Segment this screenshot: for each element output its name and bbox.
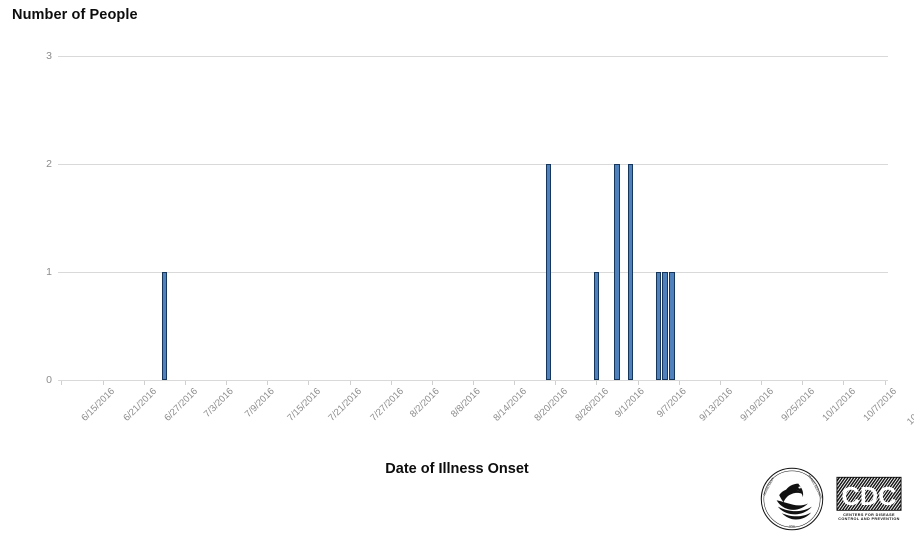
x-tick: [761, 381, 763, 385]
y-axis-tick-labels: 0 1 2 3: [20, 51, 52, 386]
cdc-logo: CDC CENTERS FOR DISEASE CONTROL AND PREV…: [836, 476, 902, 521]
y-tick-label: 0: [46, 374, 52, 386]
x-tick: [802, 381, 804, 385]
x-tick-label: 9/13/2016: [697, 386, 735, 424]
x-tick: [843, 381, 845, 385]
y-tick-label: 3: [46, 50, 52, 62]
x-tick-label: 9/25/2016: [779, 386, 818, 424]
y-tick-label: 2: [46, 158, 52, 170]
x-tick: [308, 381, 310, 385]
x-tick: [143, 381, 145, 385]
x-tick: [719, 381, 721, 385]
x-tick-label: 10/1/2016: [820, 386, 859, 424]
x-tick: [637, 381, 639, 385]
x-tick-label: 7/9/2016: [242, 386, 277, 420]
x-tick-label: 6/27/2016: [162, 386, 200, 424]
x-tick-label: 10/13/2016: [904, 386, 914, 428]
x-tick-label: 9/1/2016: [613, 386, 648, 420]
bar: [662, 272, 668, 380]
plot-area: [58, 56, 888, 381]
x-tick: [514, 381, 516, 385]
bar: [161, 272, 167, 380]
svg-text:USA: USA: [789, 524, 795, 528]
x-tick: [267, 381, 269, 385]
x-tick: [473, 381, 474, 385]
x-tick: [431, 381, 433, 385]
x-tick-label: 9/19/2016: [738, 386, 776, 424]
x-tick-label: 8/2/2016: [407, 386, 442, 420]
x-tick: [226, 381, 228, 385]
x-tick-label: 8/14/2016: [491, 386, 530, 424]
x-tick-label: 7/27/2016: [367, 386, 406, 424]
x-tick-label: 7/15/2016: [285, 386, 324, 424]
bars-layer: [58, 56, 888, 380]
bar: [655, 272, 661, 380]
y-axis-title: Number of People: [12, 7, 138, 23]
bar: [614, 164, 620, 380]
x-tick-label: 6/15/2016: [79, 386, 118, 424]
x-tick: [102, 381, 104, 385]
x-tick-label: 10/7/2016: [861, 386, 900, 424]
x-tick-label: 6/21/2016: [120, 386, 159, 424]
x-tick: [555, 381, 557, 385]
epi-curve-chart: Number of People 0 1 2 3 6/15/2016 6/21/2016…: [0, 0, 914, 534]
x-tick: [678, 381, 680, 385]
agency-logos: DEPARTMENT HUMAN SERVICES USA CDC CENTER…: [760, 466, 902, 532]
x-tick: [184, 381, 186, 385]
cdc-tagline-line1: CENTERS FOR DISEASE: [843, 513, 895, 517]
x-tick-label: 7/3/2016: [201, 386, 236, 420]
x-tick-label: 7/21/2016: [326, 386, 365, 424]
x-tick: [596, 381, 598, 385]
svg-text:HUMAN SERVICES: HUMAN SERVICES: [808, 474, 824, 499]
x-tick-label: 8/26/2016: [573, 386, 612, 424]
bar: [545, 164, 552, 380]
x-tick: [61, 381, 63, 385]
bar: [593, 272, 600, 380]
x-tick-label: 9/7/2016: [654, 386, 689, 420]
bar: [669, 272, 675, 380]
bar: [628, 164, 634, 380]
y-tick-label: 1: [46, 266, 52, 278]
x-axis-tick-labels: 6/15/2016 6/21/2016 6/27/2016 7/3/2016 7/9/2…: [58, 386, 914, 446]
x-tick-label: 8/8/2016: [448, 386, 483, 420]
x-tick: [390, 381, 392, 385]
cdc-tagline-line2: CONTROL AND PREVENTION: [838, 517, 899, 521]
x-tick: [349, 381, 351, 385]
hhs-seal-icon: DEPARTMENT HUMAN SERVICES USA: [760, 467, 824, 531]
x-tick: [884, 381, 886, 385]
x-tick-label: 8/20/2016: [532, 386, 571, 424]
